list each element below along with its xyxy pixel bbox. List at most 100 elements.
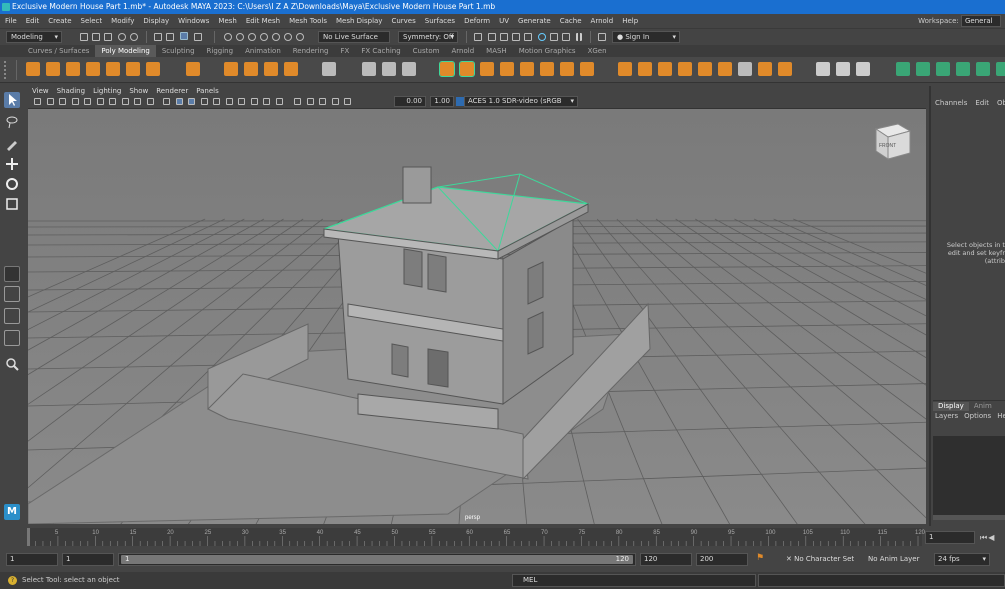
lasso-tool-icon[interactable] [4, 114, 20, 130]
bridge-icon[interactable] [638, 62, 652, 76]
redo-icon[interactable] [130, 33, 138, 41]
snap-project-icon[interactable] [296, 33, 304, 41]
screen-space-ao-icon[interactable] [238, 98, 245, 105]
textured-icon[interactable] [200, 98, 208, 105]
menu-mesh-tools[interactable]: Mesh Tools [284, 14, 331, 28]
rotate-tool-icon[interactable] [4, 176, 20, 192]
select-tool-icon[interactable] [4, 92, 20, 108]
menu-mesh-display[interactable]: Mesh Display [331, 14, 386, 28]
time-ruler[interactable]: 5 10 15 20 25 30 35 40 45 50 55 60 65 70 75 80 85 90 95 100… [0, 526, 925, 548]
combine-icon[interactable] [439, 61, 455, 77]
layer-scrollbar[interactable] [933, 515, 1005, 520]
menu-select[interactable]: Select [76, 14, 107, 28]
wireframe-icon[interactable] [163, 98, 170, 105]
knife-icon[interactable] [778, 62, 792, 76]
history-icon[interactable] [474, 33, 482, 41]
fill-hole-icon[interactable] [678, 62, 692, 76]
shelf-tab-rigging[interactable]: Rigging [201, 45, 240, 57]
bevel-icon[interactable] [618, 62, 632, 76]
soft-select-icon[interactable] [816, 62, 830, 76]
new-scene-icon[interactable] [80, 33, 88, 41]
panel-menu-show[interactable]: Show [125, 86, 152, 96]
hypershade-icon[interactable] [550, 33, 558, 41]
clean-up-icon[interactable] [580, 62, 594, 76]
go-to-start-icon[interactable]: ⏮ [980, 533, 988, 542]
mash-network-icon[interactable] [896, 62, 910, 76]
uv-editor-icon[interactable] [382, 62, 396, 76]
ipr-render-icon[interactable] [512, 33, 520, 41]
uv-layout-icon[interactable] [402, 62, 416, 76]
depth-of-field-icon[interactable] [275, 98, 283, 105]
paint-select-tool-icon[interactable] [4, 136, 20, 152]
menu-cache[interactable]: Cache [555, 14, 586, 28]
arnold-render-icon[interactable] [538, 33, 546, 41]
shelf-tab-mash[interactable]: MASH [480, 45, 513, 57]
color-management-icon[interactable] [456, 97, 464, 106]
move-tool-icon[interactable] [4, 156, 20, 172]
layer-menu-options[interactable]: Options [964, 412, 991, 420]
anim-layer-dropdown[interactable]: No Anim Layer [864, 553, 930, 566]
menu-deform[interactable]: Deform [459, 14, 494, 28]
save-scene-icon[interactable] [104, 33, 112, 41]
menu-create[interactable]: Create [43, 14, 75, 28]
view-transform-dropdown[interactable]: ACES 1.0 SDR-video (sRGB ▾ [464, 96, 578, 107]
menu-set-dropdown[interactable]: Modeling ▾ [6, 31, 62, 43]
boolean-icon[interactable] [500, 62, 514, 76]
persp-outliner-layout-icon[interactable] [4, 330, 20, 346]
single-perspective-layout-icon[interactable] [4, 266, 20, 282]
shelf-tab-arnold[interactable]: Arnold [446, 45, 481, 57]
mel-input[interactable]: MEL [512, 574, 756, 587]
snap-curve-icon[interactable] [236, 33, 244, 41]
smooth-shade-icon[interactable] [175, 98, 183, 105]
four-view-layout-icon[interactable] [4, 286, 20, 302]
shelf-tab-poly-modeling[interactable]: Poly Modeling [95, 45, 156, 57]
channel-box-tab-edit[interactable]: Edit [975, 99, 989, 107]
poly-cylinder-icon[interactable] [66, 62, 80, 76]
snap-point-icon[interactable] [248, 33, 256, 41]
shelf-tab-motion-graphics[interactable]: Motion Graphics [513, 45, 582, 57]
shelf-tab-curves-surfaces[interactable]: Curves / Surfaces [22, 45, 95, 57]
shelf-options-handle[interactable] [4, 61, 12, 79]
mash-repro-icon[interactable] [956, 62, 970, 76]
menu-surfaces[interactable]: Surfaces [420, 14, 459, 28]
playback-end-field[interactable]: 120 [640, 553, 692, 566]
snap-magnet-icon[interactable] [284, 33, 292, 41]
insert-edge-loop-icon[interactable] [718, 62, 732, 76]
channel-box-tab-channels[interactable]: Channels [935, 99, 967, 107]
layer-list[interactable] [933, 436, 1005, 518]
snap-view-plane-icon[interactable] [260, 33, 268, 41]
platonic-solid-icon[interactable] [186, 62, 200, 76]
render-view-icon[interactable] [488, 33, 496, 41]
exposure-icon[interactable] [344, 98, 351, 105]
mash-distribute-icon[interactable] [916, 62, 930, 76]
step-back-icon[interactable]: ◀ [988, 533, 995, 542]
fps-dropdown[interactable]: 24 fps ▾ [934, 553, 990, 566]
shelf-tab-fx[interactable]: FX [335, 45, 356, 57]
select-by-hierarchy-icon[interactable] [154, 33, 162, 41]
mash-curve-icon[interactable] [936, 62, 950, 76]
grid-icon[interactable] [71, 98, 79, 105]
panel-menu-panels[interactable]: Panels [192, 86, 223, 96]
resolution-gate-icon[interactable] [96, 98, 104, 105]
pause-icon[interactable] [576, 33, 582, 41]
shelf-tab-xgen[interactable]: XGen [582, 45, 613, 57]
wireframe-on-shaded-icon[interactable] [188, 98, 195, 105]
shelf-tab-fx-caching[interactable]: FX Caching [355, 45, 406, 57]
make-live-icon[interactable] [362, 62, 376, 76]
open-scene-icon[interactable] [92, 33, 100, 41]
motion-blur-icon[interactable] [250, 98, 258, 105]
auto-key-icon[interactable]: ⚑ [756, 553, 768, 566]
shelf-tab-custom[interactable]: Custom [407, 45, 446, 57]
backface-culling-icon[interactable] [331, 98, 339, 105]
menu-help[interactable]: Help [617, 14, 642, 28]
workspace-dropdown[interactable]: General [961, 15, 1001, 27]
playback-controls[interactable]: ⏮◀ [980, 533, 995, 543]
edge-flow-icon[interactable] [836, 62, 850, 76]
layer-menu-he[interactable]: He [997, 412, 1005, 420]
shelf-tab-sculpting[interactable]: Sculpting [156, 45, 201, 57]
poly-torus-icon[interactable] [106, 62, 120, 76]
gate-mask-icon[interactable] [109, 98, 116, 105]
menu-uv[interactable]: UV [494, 14, 513, 28]
scale-tool-icon[interactable] [4, 196, 20, 212]
menu-arnold[interactable]: Arnold [586, 14, 618, 28]
